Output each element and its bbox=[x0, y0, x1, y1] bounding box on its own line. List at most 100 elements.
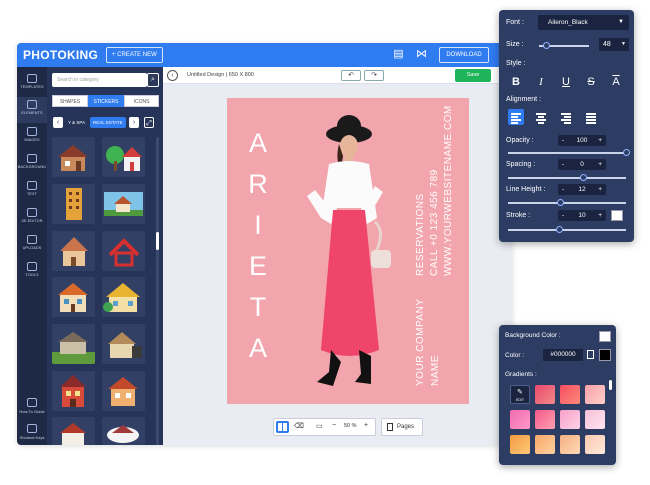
sticker-townhouse[interactable] bbox=[52, 277, 95, 317]
sticker-house-photo[interactable] bbox=[102, 184, 145, 224]
shortcut-keys-button[interactable]: Shortcut Keys bbox=[17, 421, 47, 440]
chevron-right-icon[interactable]: › bbox=[129, 117, 139, 128]
spacing-stepper[interactable]: - 0 + bbox=[558, 159, 606, 170]
size-select[interactable]: 48 ▼ bbox=[599, 38, 629, 51]
gradient-swatch[interactable] bbox=[535, 435, 555, 454]
underline-button[interactable]: U bbox=[558, 74, 574, 90]
align-center-icon[interactable] bbox=[533, 109, 549, 125]
panel-scrollbar[interactable] bbox=[156, 137, 159, 445]
rail-item-uploads[interactable]: UPLOADS bbox=[17, 232, 47, 258]
search-input[interactable]: Search in category bbox=[52, 73, 147, 87]
eraser-icon[interactable]: ⌫ bbox=[294, 422, 304, 430]
tab-icons[interactable]: ICONS bbox=[124, 95, 159, 107]
gradient-swatch[interactable] bbox=[510, 435, 530, 454]
plus-icon[interactable]: + bbox=[598, 210, 602, 221]
size-slider-knob[interactable] bbox=[543, 42, 550, 49]
sticker-roof-outline[interactable] bbox=[102, 231, 145, 271]
poster-website[interactable]: WWW.YOURWEBSITENAME.COM bbox=[443, 105, 454, 276]
overline-button[interactable]: A bbox=[608, 74, 624, 90]
poster-title[interactable]: A R I E T A bbox=[243, 123, 273, 369]
edit-gradient-button[interactable]: ✎ EDIT bbox=[510, 385, 530, 404]
expand-icon[interactable]: ⤢ bbox=[144, 117, 154, 128]
gradient-swatch[interactable] bbox=[560, 385, 580, 404]
category-spa[interactable]: Y & SPA bbox=[65, 117, 88, 128]
gradient-swatch[interactable] bbox=[585, 435, 605, 454]
save-button[interactable]: Save bbox=[455, 69, 491, 82]
share-icon[interactable]: ⋈ bbox=[415, 48, 428, 61]
background-color-swatch[interactable] bbox=[599, 331, 611, 342]
stroke-color-swatch[interactable] bbox=[611, 210, 623, 221]
sticker-house-brown[interactable] bbox=[52, 137, 95, 177]
opacity-stepper[interactable]: - 100 + bbox=[558, 135, 606, 146]
italic-button[interactable]: I bbox=[533, 74, 549, 90]
rail-item-tools[interactable]: TOOLS bbox=[17, 259, 47, 285]
sticker-villa[interactable] bbox=[102, 277, 145, 317]
stroke-stepper[interactable]: - 10 + bbox=[558, 210, 606, 221]
panel-scroll-thumb[interactable] bbox=[156, 232, 159, 250]
gradient-swatch[interactable] bbox=[585, 410, 605, 429]
plus-icon[interactable]: + bbox=[598, 135, 602, 146]
sticker-mansion[interactable] bbox=[52, 324, 95, 364]
line-height-slider-knob[interactable] bbox=[557, 199, 564, 206]
redo-icon[interactable]: ↷ bbox=[364, 70, 384, 81]
line-height-slider[interactable] bbox=[508, 202, 626, 204]
opacity-slider[interactable] bbox=[508, 152, 626, 154]
strikethrough-button[interactable]: S bbox=[583, 74, 599, 90]
align-right-icon[interactable] bbox=[558, 109, 574, 125]
plus-icon[interactable]: + bbox=[598, 184, 602, 195]
align-left-icon[interactable] bbox=[508, 109, 524, 125]
how-to-guide-button[interactable]: How-To Guide bbox=[17, 395, 47, 414]
category-real-estate[interactable]: REAL ESTATE bbox=[90, 117, 126, 128]
rail-item-templates[interactable]: TEMPLATES bbox=[17, 71, 47, 97]
rail-item-background[interactable]: BACKGROUND bbox=[17, 151, 47, 177]
opacity-slider-knob[interactable] bbox=[623, 149, 630, 156]
gradient-swatch[interactable] bbox=[560, 410, 580, 429]
sticker-house-partial[interactable] bbox=[52, 417, 95, 445]
stroke-slider[interactable] bbox=[508, 229, 626, 231]
color-swatch-black[interactable] bbox=[599, 349, 611, 361]
spacing-slider-knob[interactable] bbox=[580, 174, 587, 181]
model-photo[interactable] bbox=[289, 100, 414, 396]
rail-item-images[interactable]: IMAGES bbox=[17, 124, 47, 150]
undo-icon[interactable]: ↶ bbox=[341, 70, 361, 81]
copy-icon[interactable] bbox=[587, 350, 594, 359]
sticker-orange-house[interactable] bbox=[102, 371, 145, 411]
pages-button[interactable]: Pages bbox=[381, 418, 423, 436]
sticker-snow-house[interactable] bbox=[102, 417, 145, 445]
download-button[interactable]: DOWNLOAD bbox=[439, 47, 489, 63]
rail-item-3d-editor[interactable]: 3D EDITOR bbox=[17, 205, 47, 231]
gradients-scroll-thumb[interactable] bbox=[609, 380, 612, 390]
rail-item-text[interactable]: TEXT bbox=[17, 178, 47, 204]
monitor-icon[interactable]: ▭ bbox=[316, 422, 323, 430]
zoom-out-icon[interactable]: − bbox=[332, 422, 336, 429]
gradient-swatch[interactable] bbox=[535, 410, 555, 429]
stroke-slider-knob[interactable] bbox=[556, 226, 563, 233]
chevron-left-icon[interactable]: ‹ bbox=[53, 117, 63, 128]
back-icon[interactable]: ‹ bbox=[167, 70, 178, 81]
font-select[interactable]: Aileron_Black ▼ bbox=[538, 15, 629, 30]
sticker-house-tree[interactable] bbox=[102, 137, 145, 177]
create-new-button[interactable]: + CREATE NEW bbox=[106, 47, 163, 63]
tab-stickers[interactable]: STICKERS bbox=[88, 95, 124, 107]
poster-phone[interactable]: CALL +0 123 456 789 bbox=[429, 169, 440, 276]
gradient-swatch[interactable] bbox=[560, 435, 580, 454]
grid-view-icon[interactable] bbox=[276, 421, 289, 433]
bold-button[interactable]: B bbox=[508, 74, 524, 90]
poster-reservations[interactable]: RESERVATIONS bbox=[415, 193, 426, 276]
sticker-apartment[interactable] bbox=[52, 184, 95, 224]
gradient-swatch[interactable] bbox=[510, 410, 530, 429]
color-hex-input[interactable]: #000000 bbox=[543, 349, 583, 361]
align-justify-icon[interactable] bbox=[583, 109, 599, 125]
spacing-slider[interactable] bbox=[508, 177, 626, 179]
plus-icon[interactable]: + bbox=[598, 159, 602, 170]
gradient-swatch[interactable] bbox=[535, 385, 555, 404]
poster-company-name[interactable]: NAME bbox=[430, 355, 441, 386]
poster-company[interactable]: YOUR COMPANY bbox=[415, 299, 426, 387]
rail-item-elements[interactable]: ELEMENTS bbox=[17, 97, 47, 123]
chat-icon[interactable]: ▤ bbox=[392, 48, 405, 61]
tab-shapes[interactable]: SHAPES bbox=[52, 95, 88, 107]
line-height-stepper[interactable]: - 12 + bbox=[558, 184, 606, 195]
sticker-red-house[interactable] bbox=[52, 371, 95, 411]
sticker-cottage[interactable] bbox=[52, 231, 95, 271]
gradient-swatch[interactable] bbox=[585, 385, 605, 404]
